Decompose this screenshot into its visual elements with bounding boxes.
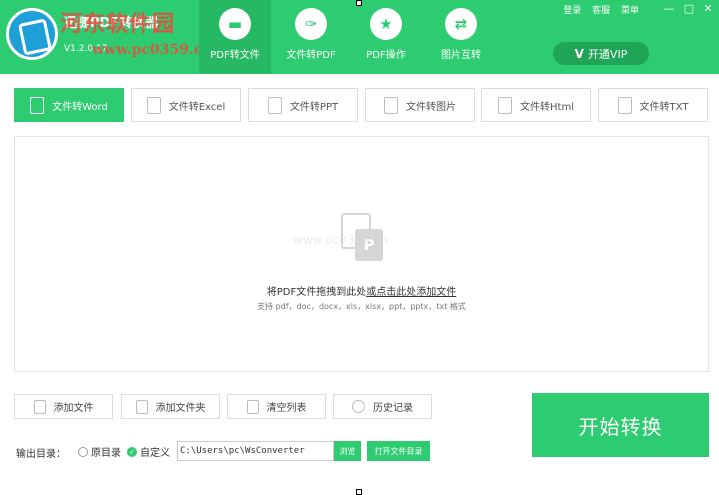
sub-tabs: 文件转Word 文件转Excel 文件转PPT 文件转图片 文件转Html 文件… bbox=[14, 88, 708, 122]
subtab-image[interactable]: 文件转图片 bbox=[365, 88, 475, 122]
add-folder-button[interactable]: 添加文件夹 bbox=[121, 394, 220, 419]
add-folder-label: 添加文件夹 bbox=[155, 403, 206, 414]
tab-label: PDF操作 bbox=[366, 50, 406, 61]
output-path-input[interactable] bbox=[177, 441, 334, 461]
radio-checked-icon: ✓ bbox=[127, 446, 137, 457]
radio-label: 自定义 bbox=[140, 448, 170, 459]
history-label: 历史记录 bbox=[373, 403, 413, 414]
browse-button[interactable]: 浏览 bbox=[334, 441, 361, 461]
subtab-label: 文件转Word bbox=[52, 101, 108, 113]
star-icon: ★ bbox=[370, 8, 402, 40]
tab-label: 图片互转 bbox=[441, 50, 481, 61]
support-link[interactable]: 客服 bbox=[592, 6, 610, 16]
add-file-link[interactable]: 或点击此处添加文件 bbox=[366, 287, 456, 298]
subtab-txt[interactable]: 文件转TXT bbox=[598, 88, 708, 122]
watermark-url: www.pc0359.cn bbox=[92, 42, 213, 58]
resize-handle-top bbox=[356, 0, 362, 6]
close-button[interactable]: ✕ bbox=[701, 2, 715, 15]
supported-formats: 支持 pdf，doc，docx，xls，xlsx，ppt，pptx，txt 格式 bbox=[257, 302, 466, 311]
tab-file-to-pdf[interactable]: ✑ 文件转PDF bbox=[275, 0, 347, 74]
add-file-icon bbox=[33, 399, 46, 414]
drop-instructions: 将PDF文件拖拽到此处或点击此处添加文件 bbox=[15, 283, 708, 298]
watermark-site: 河东软件园 bbox=[60, 11, 176, 37]
output-dir-label: 输出目录： bbox=[16, 449, 66, 460]
app-header: 迅捷PDF转换器 V1.2.0.17 河东软件园 www.pc0359.cn ▬… bbox=[0, 0, 719, 74]
swap-icon: ⇄ bbox=[445, 8, 477, 40]
topbar-links: 登录 客服 菜单 bbox=[555, 3, 639, 16]
clear-list-label: 清空列表 bbox=[266, 403, 307, 414]
tab-pdf-operations[interactable]: ★ PDF操作 bbox=[350, 0, 422, 74]
login-link[interactable]: 登录 bbox=[563, 6, 581, 16]
minimize-button[interactable]: — bbox=[662, 2, 676, 15]
app-logo bbox=[6, 8, 58, 60]
subtab-label: 文件转TXT bbox=[639, 101, 689, 113]
tab-label: 文件转PDF bbox=[286, 50, 336, 61]
txt-icon bbox=[617, 96, 632, 114]
history-button[interactable]: 历史记录 bbox=[333, 394, 432, 419]
clear-list-button[interactable]: 清空列表 bbox=[227, 394, 326, 419]
subtab-label: 文件转图片 bbox=[406, 101, 456, 113]
menu-link[interactable]: 菜单 bbox=[621, 6, 639, 16]
start-convert-button[interactable]: 开始转换 bbox=[532, 393, 709, 457]
maximize-button[interactable]: □ bbox=[682, 2, 696, 15]
radio-label: 原目录 bbox=[91, 448, 121, 459]
subtab-label: 文件转Html bbox=[520, 101, 574, 113]
subtab-label: 文件转Excel bbox=[168, 101, 226, 113]
vip-icon: V bbox=[574, 46, 584, 61]
radio-original-dir[interactable]: 原目录 bbox=[78, 444, 121, 459]
file-drop-zone[interactable]: P www.pc0359.cn 将PDF文件拖拽到此处或点击此处添加文件 支持 … bbox=[14, 136, 709, 372]
image-icon bbox=[384, 96, 398, 114]
excel-icon bbox=[146, 96, 161, 114]
subtab-excel[interactable]: 文件转Excel bbox=[131, 88, 241, 122]
word-icon bbox=[30, 96, 45, 114]
drop-text: 将PDF文件拖拽到此处 bbox=[266, 287, 367, 298]
pdf-icon: ✑ bbox=[295, 8, 327, 40]
subtab-word[interactable]: 文件转Word bbox=[14, 88, 124, 122]
radio-unchecked-icon bbox=[78, 446, 88, 457]
add-folder-icon bbox=[135, 399, 148, 414]
subtab-label: 文件转PPT bbox=[289, 101, 339, 113]
add-file-label: 添加文件 bbox=[53, 403, 94, 414]
open-dir-button[interactable]: 打开文件目录 bbox=[367, 441, 430, 461]
tab-label: PDF转文件 bbox=[210, 50, 260, 61]
ppt-icon bbox=[267, 96, 282, 114]
html-icon bbox=[498, 96, 513, 114]
vip-label: 开通VIP bbox=[587, 47, 628, 61]
clock-icon bbox=[352, 400, 365, 413]
vip-button[interactable]: V 开通VIP bbox=[553, 42, 649, 65]
tab-image-convert[interactable]: ⇄ 图片互转 bbox=[425, 0, 497, 74]
radio-custom-dir[interactable]: ✓ 自定义 bbox=[127, 444, 170, 459]
subtab-ppt[interactable]: 文件转PPT bbox=[248, 88, 358, 122]
add-file-button[interactable]: 添加文件 bbox=[14, 394, 113, 419]
trash-icon bbox=[246, 399, 259, 414]
folder-icon: ▬ bbox=[219, 8, 251, 40]
drop-watermark: www.pc0359.cn bbox=[293, 233, 388, 247]
tab-pdf-to-file[interactable]: ▬ PDF转文件 bbox=[199, 0, 271, 74]
subtab-html[interactable]: 文件转Html bbox=[481, 88, 591, 122]
resize-handle-bottom bbox=[356, 489, 362, 495]
